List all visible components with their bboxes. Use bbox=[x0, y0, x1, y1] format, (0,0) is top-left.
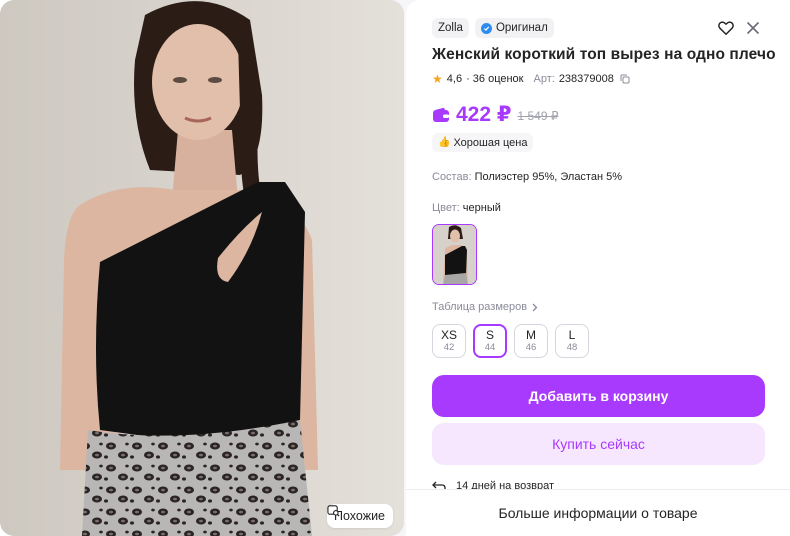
size-option-l[interactable]: L 48 bbox=[555, 324, 589, 358]
add-to-cart-button[interactable]: Добавить в корзину bbox=[432, 375, 765, 417]
rating-row: ★ 4,6 · 36 оценок Арт: 238379008 bbox=[432, 72, 630, 86]
size-option-xs[interactable]: XS 42 bbox=[432, 324, 466, 358]
wallet-icon bbox=[433, 107, 449, 122]
reviews-count[interactable]: · 36 оценок bbox=[466, 73, 523, 85]
product-info-panel: Zolla Оригинал Женский короткий топ выре… bbox=[406, 0, 790, 536]
copy-icon[interactable] bbox=[620, 74, 630, 84]
brand-row: Zolla Оригинал bbox=[432, 18, 554, 38]
size-name: S bbox=[485, 327, 494, 342]
verified-icon bbox=[480, 22, 492, 34]
good-price-badge: 👍 Хорошая цена bbox=[432, 133, 534, 152]
composition: Состав: Полиэстер 95%, Эластан 5% bbox=[432, 171, 622, 183]
article-label: Арт: bbox=[533, 73, 555, 85]
color-info: Цвет: черный bbox=[432, 202, 501, 214]
size-name: L bbox=[568, 327, 576, 342]
original-badge: Оригинал bbox=[474, 18, 554, 38]
similar-button[interactable]: Похожие bbox=[326, 504, 393, 528]
good-price-label: Хорошая цена bbox=[453, 136, 528, 149]
size-ru: 42 bbox=[443, 341, 455, 353]
color-label: Цвет: bbox=[432, 202, 460, 214]
product-title: Женский короткий топ вырез на одно плечо bbox=[432, 46, 776, 63]
size-table-link[interactable]: Таблица размеров bbox=[432, 301, 538, 313]
rating-value: 4,6 bbox=[446, 73, 463, 85]
original-label: Оригинал bbox=[495, 22, 548, 34]
product-photo[interactable]: Похожие bbox=[0, 0, 404, 536]
size-option-s[interactable]: S 44 bbox=[473, 324, 507, 358]
heart-icon[interactable] bbox=[717, 19, 735, 37]
brand-chip[interactable]: Zolla bbox=[432, 18, 469, 38]
close-icon[interactable] bbox=[746, 21, 760, 35]
size-name: M bbox=[526, 327, 536, 342]
chevron-right-icon bbox=[532, 303, 538, 311]
size-option-m[interactable]: M 46 bbox=[514, 324, 548, 358]
color-value: черный bbox=[462, 202, 501, 214]
thumbs-up-icon: 👍 bbox=[438, 137, 451, 148]
color-variant-thumbnail[interactable] bbox=[432, 224, 477, 285]
size-ru: 44 bbox=[484, 341, 496, 353]
size-selector: XS 42 S 44 M 46 L 48 bbox=[432, 324, 589, 358]
composition-label: Состав: bbox=[432, 171, 472, 183]
size-name: XS bbox=[440, 327, 457, 342]
product-photo-image bbox=[0, 0, 404, 536]
price-row: 422 ₽ 1 549 ₽ bbox=[432, 102, 558, 127]
size-ru: 46 bbox=[525, 341, 537, 353]
size-table-label: Таблица размеров bbox=[432, 301, 528, 313]
star-icon: ★ bbox=[432, 72, 443, 86]
image-search-icon bbox=[327, 505, 340, 517]
buy-now-button[interactable]: Купить сейчас bbox=[432, 423, 765, 465]
old-price: 1 549 ₽ bbox=[517, 109, 559, 123]
product-modal: Похожие Zolla Оригинал Женский короткий … bbox=[0, 0, 790, 536]
similar-button-label: Похожие bbox=[333, 509, 385, 523]
composition-value: Полиэстер 95%, Эластан 5% bbox=[474, 171, 622, 183]
article-number: 238379008 bbox=[558, 73, 614, 85]
more-info-button[interactable]: Больше информации о товаре bbox=[406, 489, 790, 536]
current-price: 422 ₽ bbox=[456, 103, 512, 126]
size-ru: 48 bbox=[566, 341, 578, 353]
